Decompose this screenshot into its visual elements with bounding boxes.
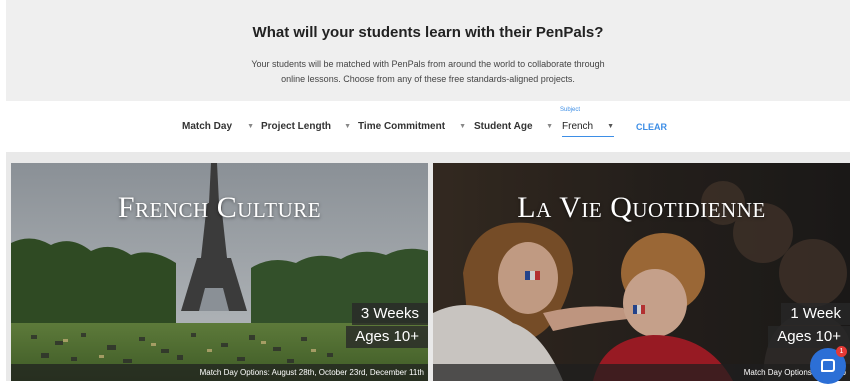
chevron-down-icon: ▼ — [546, 123, 553, 130]
project-card-title: La Vie Quotidienne — [517, 191, 766, 224]
hero-subtitle-line-1: Your students will be matched with PenPa… — [251, 59, 605, 69]
chevron-down-icon: ▼ — [247, 123, 254, 130]
match-day-options: Match Day Options: Decemb — [433, 364, 850, 381]
hero-title: What will your students learn with their… — [252, 24, 604, 41]
match-day-filter[interactable]: Match Day ▼ — [182, 119, 254, 137]
notification-badge: 1 — [836, 346, 847, 357]
project-card-la-vie-quotidienne[interactable]: La Vie Quotidienne 1 Week Ages 10+ Match… — [433, 163, 850, 381]
project-duration-badge: 3 Weeks — [351, 303, 428, 325]
time-commitment-filter-label: Time Commitment — [358, 121, 446, 132]
chevron-down-icon: ▼ — [344, 123, 351, 130]
subject-filter-value: French — [562, 121, 594, 132]
time-commitment-filter[interactable]: Time Commitment ▼ — [358, 119, 466, 137]
chevron-down-icon: ▼ — [459, 123, 466, 130]
project-length-filter[interactable]: Project Length ▼ — [261, 119, 351, 137]
student-age-filter[interactable]: Student Age ▼ — [474, 119, 553, 137]
filter-bar: Match Day ▼ Project Length ▼ Time Commit… — [0, 101, 850, 151]
hero-subtitle: Your students will be matched with PenPa… — [186, 57, 670, 87]
hero-banner: What will your students learn with their… — [6, 0, 850, 101]
chat-bubble-icon — [821, 359, 835, 372]
project-ages-badge: Ages 10+ — [768, 326, 850, 348]
chevron-down-icon: ▼ — [607, 123, 614, 130]
project-card-title: French Culture — [117, 191, 322, 224]
student-age-filter-label: Student Age — [474, 121, 533, 132]
match-day-options: Match Day Options: August 28th, October … — [11, 364, 428, 381]
clear-filters-button[interactable]: CLEAR — [636, 119, 667, 135]
match-day-filter-label: Match Day — [182, 121, 233, 132]
project-ages-badge: Ages 10+ — [346, 326, 428, 348]
project-duration-badge: 1 Week — [781, 303, 850, 325]
chat-button[interactable]: 1 — [810, 346, 847, 384]
project-card-french-culture[interactable]: French Culture 3 Weeks Ages 10+ Match Da… — [11, 163, 428, 381]
subject-filter-caption: Subject — [560, 107, 581, 113]
hero-subtitle-line-2: online lessons. Choose from any of these… — [281, 74, 575, 84]
project-length-filter-label: Project Length — [261, 121, 332, 132]
subject-filter[interactable]: French ▼ — [562, 119, 614, 137]
